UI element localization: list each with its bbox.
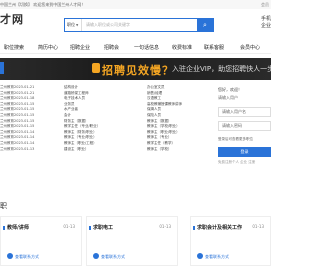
nav-item-member[interactable]: 会员中心: [240, 44, 260, 51]
login-button[interactable]: 登录: [218, 147, 271, 157]
card-accent: [193, 226, 195, 230]
list-job[interactable]: 建设主（职业）: [64, 147, 89, 153]
job-card[interactable]: 求职会计及相关工作 01-13 查看联系方式: [190, 216, 271, 266]
banner-headline: 招聘见效慢？: [102, 64, 174, 77]
register-links[interactable]: 免费注册个人 企业 注册: [218, 160, 255, 165]
top-bar-right[interactable]: 会员: [261, 2, 269, 8]
login-note: 登录后可查看更多职位: [218, 137, 253, 141]
nav-item-resumes[interactable]: 简历中心: [38, 44, 58, 51]
search-button[interactable]: ⌕: [197, 19, 213, 31]
nav-item-jobs[interactable]: 职位搜索: [4, 44, 24, 51]
banner-accent: [0, 62, 4, 74]
promo-banner[interactable]: 招聘见效慢？ 入驻企业VIP，助您招聘快人一步: [0, 58, 271, 80]
card-accent: [89, 226, 91, 230]
username-field[interactable]: 请输入用户名: [218, 107, 271, 117]
list-item[interactable]: 兰州教育2023-01-13 建设主（职业） 教师主（学校）: [0, 147, 200, 153]
chevron-down-icon: ▼: [76, 23, 79, 27]
card-title: 求职会计及相关工作: [197, 225, 243, 231]
login-greeting: 您好，欢迎！: [218, 87, 242, 92]
list-job[interactable]: 教师主（学校）: [147, 147, 172, 153]
phone-icon: [93, 253, 99, 259]
nav-item-one-line[interactable]: 一句话信息: [134, 44, 159, 51]
card-title: 教师/讲师: [7, 225, 29, 231]
megaphone-icon: [92, 63, 100, 73]
contact-link[interactable]: 查看联系方式: [15, 254, 39, 260]
main-nav: 职位搜索 简历中心 招聘企业 招聘会 一句话信息 收费标准 联系客服 会员中心: [0, 40, 271, 54]
top-bar-welcome: 中国兰州【切换】 欢迎您来到中国兰州人才网！: [0, 2, 86, 7]
card-accent: [3, 226, 5, 230]
nav-item-companies[interactable]: 招聘企业: [70, 44, 90, 51]
job-card[interactable]: 求职电工 01-13 查看联系方式: [86, 216, 178, 266]
section-title: 职: [0, 202, 7, 210]
contact-link[interactable]: 查看联系方式: [101, 254, 125, 260]
top-bar: 中国兰州【切换】 欢迎您来到中国兰州人才网！ 会员: [0, 0, 271, 9]
login-sub: 请输入用户: [218, 95, 238, 100]
card-date: 01-13: [252, 224, 264, 229]
nav-item-support[interactable]: 联系客服: [204, 44, 224, 51]
nav-item-fairs[interactable]: 招聘会: [104, 44, 119, 51]
card-date: 01-13: [159, 224, 171, 229]
phone-icon: [7, 253, 13, 259]
card-date: 01-13: [63, 224, 75, 229]
mobile-link[interactable]: 手机: [261, 15, 271, 22]
banner-subline: 入驻企业VIP，助您招聘快人一步: [172, 65, 271, 73]
card-title: 求职电工: [93, 225, 114, 231]
password-field[interactable]: 请输入密码: [218, 121, 271, 131]
login-panel: 您好，欢迎！ 请输入用户 请输入用户名 请输入密码 登录后可查看更多职位 登录 …: [218, 87, 271, 170]
search-category-label: 职位: [67, 22, 75, 27]
search-category-select[interactable]: 职位▼: [65, 19, 82, 31]
list-date: 兰州教育2023-01-13: [0, 146, 35, 151]
contact-link[interactable]: 查看联系方式: [205, 254, 229, 260]
job-list: 兰州教育2023-01-21 结构设计 办公室文员 兰州教育2023-01-21 道路…: [0, 85, 200, 152]
nav-item-pricing[interactable]: 收费标准: [172, 44, 192, 51]
job-card[interactable]: 教师/讲师 01-13 查看联系方式: [0, 216, 82, 266]
site-logo[interactable]: 才网: [0, 11, 24, 27]
search-bar: 职位▼ 请输入职位或公司关键字 ⌕: [64, 18, 214, 32]
search-icon: ⌕: [203, 21, 207, 29]
enterprise-link[interactable]: 企业: [261, 22, 271, 29]
phone-icon: [197, 253, 203, 259]
search-input[interactable]: 请输入职位或公司关键字: [86, 19, 130, 31]
